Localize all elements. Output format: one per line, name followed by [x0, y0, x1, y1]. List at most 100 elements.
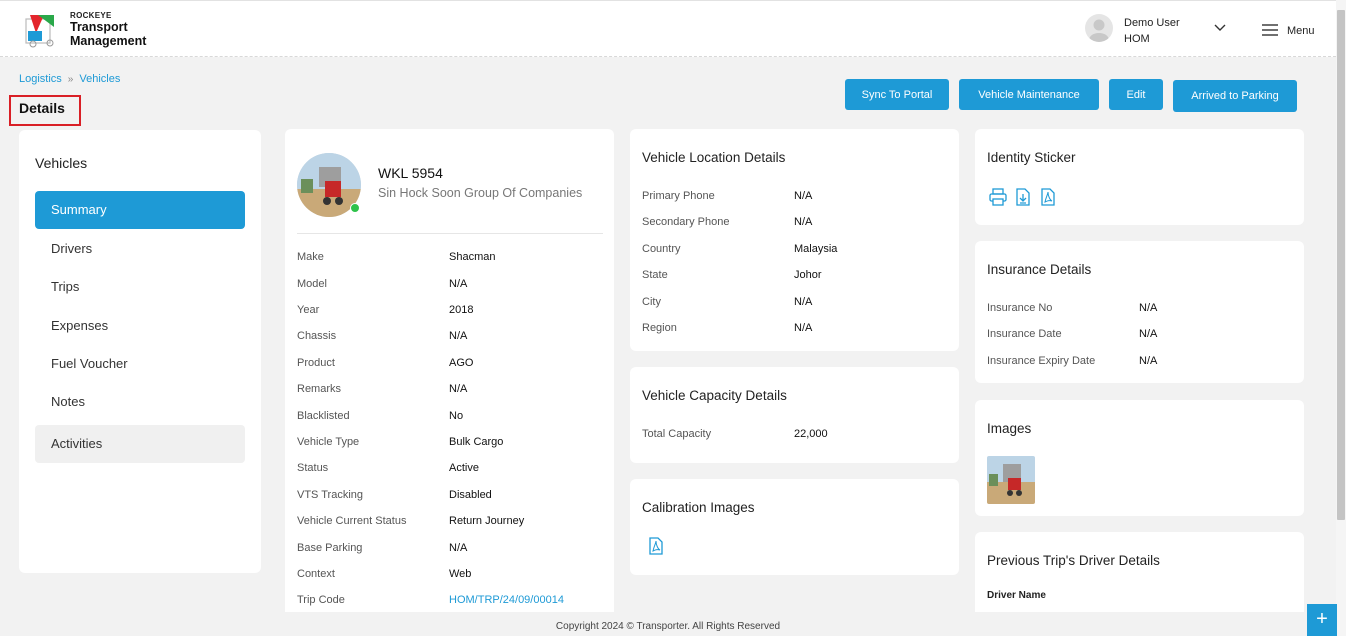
sidebar-item-expenses[interactable]: Expenses [35, 307, 245, 345]
vehicle-capacity-card: Vehicle Capacity Details Total Capacity 2… [630, 367, 959, 463]
detail-label: Context [297, 568, 335, 580]
location-title: Vehicle Location Details [642, 150, 786, 165]
insurance-title: Insurance Details [987, 262, 1092, 277]
divider [297, 233, 603, 234]
sidebar-card: Vehicles Summary Drivers Trips Expenses … [19, 130, 261, 573]
scrollbar-thumb[interactable] [1337, 10, 1345, 520]
detail-value: AGO [449, 357, 474, 369]
detail-label: Trip Code [297, 594, 345, 606]
vehicle-location-card: Vehicle Location Details Primary Phone N/… [630, 129, 959, 351]
detail-label: VTS Tracking [297, 489, 364, 501]
insurance-label: Insurance No [987, 302, 1053, 314]
chevron-down-icon[interactable] [1213, 23, 1227, 33]
detail-value: 2018 [449, 304, 474, 316]
detail-value: N/A [449, 330, 468, 342]
vehicle-summary-card: WKL 5954 Sin Hock Soon Group Of Companie… [285, 129, 614, 612]
detail-label: Remarks [297, 383, 342, 395]
insurance-value: N/A [1139, 355, 1158, 367]
detail-label: Model [297, 278, 327, 290]
detail-value: Disabled [449, 489, 492, 501]
detail-label: Chassis [297, 330, 337, 342]
breadcrumb-separator-icon: » [67, 74, 74, 85]
breadcrumb: Logistics » Vehicles [19, 73, 120, 85]
insurance-value: N/A [1139, 328, 1158, 340]
detail-value: N/A [449, 383, 468, 395]
location-value: Johor [794, 269, 822, 281]
location-label: City [642, 296, 661, 308]
brand-text: ROCKEYE Transport Management [70, 11, 147, 48]
calibration-images-card: Calibration Images [630, 479, 959, 575]
trip-code-link[interactable]: HOM/TRP/24/09/00014 [449, 594, 564, 606]
top-header: ROCKEYE Transport Management Demo User H… [0, 0, 1336, 57]
user-name: Demo User [1124, 17, 1180, 29]
vehicle-plate: WKL 5954 [378, 165, 443, 181]
vehicle-maintenance-button[interactable]: Vehicle Maintenance [959, 79, 1099, 110]
images-card: Images [975, 400, 1304, 516]
detail-label: Year [297, 304, 320, 316]
location-value: N/A [794, 216, 813, 228]
location-value: N/A [794, 296, 813, 308]
brand-line-1: Transport [70, 19, 128, 34]
user-avatar-icon[interactable] [1085, 14, 1113, 42]
capacity-label: Total Capacity [642, 428, 712, 440]
arrived-to-parking-button[interactable]: Arrived to Parking [1173, 80, 1297, 112]
detail-label: Base Parking [297, 542, 363, 554]
sidebar-item-fuel-voucher[interactable]: Fuel Voucher [35, 345, 245, 383]
sidebar-item-notes[interactable]: Notes [35, 383, 245, 421]
sidebar-item-activities[interactable]: Activities [35, 425, 245, 463]
capacity-value: 22,000 [794, 428, 828, 440]
detail-label: Blacklisted [297, 410, 350, 422]
detail-label: Vehicle Type [297, 436, 360, 448]
sidebar-title: Vehicles [35, 155, 88, 171]
printer-icon[interactable] [989, 188, 1007, 206]
calibration-title: Calibration Images [642, 500, 755, 515]
location-label: State [642, 269, 668, 281]
page-title: Details [9, 95, 81, 126]
plus-icon[interactable]: + [1307, 604, 1337, 636]
footer-copyright: Copyright 2024 © Transporter. All Rights… [555, 621, 781, 632]
breadcrumb-vehicles[interactable]: Vehicles [79, 73, 120, 85]
sticker-title: Identity Sticker [987, 150, 1076, 165]
detail-value: N/A [449, 278, 468, 290]
location-value: N/A [794, 190, 813, 202]
detail-value: Active [449, 462, 479, 474]
breadcrumb-logistics[interactable]: Logistics [19, 73, 62, 85]
user-info[interactable]: Demo User HOM [1124, 15, 1180, 47]
online-status-dot [350, 203, 360, 213]
hamburger-menu-icon[interactable] [1262, 24, 1278, 36]
pdf-icon[interactable] [1041, 188, 1055, 206]
sync-to-portal-button[interactable]: Sync To Portal [845, 79, 949, 110]
driver-name-label: Driver Name [987, 590, 1046, 601]
detail-value: N/A [449, 542, 468, 554]
brand-line-2: Management [70, 33, 147, 48]
identity-sticker-card: Identity Sticker [975, 129, 1304, 225]
page-scrollbar[interactable] [1336, 0, 1346, 636]
pdf-icon[interactable] [649, 537, 663, 555]
detail-value: Shacman [449, 251, 496, 263]
menu-label[interactable]: Menu [1287, 25, 1315, 37]
app-logo[interactable] [24, 13, 62, 49]
sidebar-item-trips[interactable]: Trips [35, 268, 245, 306]
detail-label: Vehicle Current Status [297, 515, 407, 527]
insurance-label: Insurance Date [987, 328, 1062, 340]
capacity-title: Vehicle Capacity Details [642, 388, 787, 403]
detail-label: Status [297, 462, 329, 474]
previous-driver-title: Previous Trip's Driver Details [987, 553, 1160, 568]
location-value: Malaysia [794, 243, 838, 255]
location-label: Secondary Phone [642, 216, 730, 228]
download-file-icon[interactable] [1016, 188, 1030, 206]
detail-value: No [449, 410, 464, 422]
vehicle-company: Sin Hock Soon Group Of Companies [378, 186, 583, 200]
insurance-value: N/A [1139, 302, 1158, 314]
previous-driver-card: Previous Trip's Driver Details Driver Na… [975, 532, 1304, 612]
images-title: Images [987, 421, 1032, 436]
sidebar-item-drivers[interactable]: Drivers [35, 230, 245, 268]
detail-label: Make [297, 251, 324, 263]
edit-button[interactable]: Edit [1109, 79, 1163, 110]
location-label: Primary Phone [642, 190, 715, 202]
vehicle-image-thumbnail[interactable] [987, 456, 1035, 504]
insurance-details-card: Insurance Details Insurance No N/A Insura… [975, 241, 1304, 383]
sidebar-item-summary[interactable]: Summary [35, 191, 245, 229]
location-label: Country [642, 243, 681, 255]
detail-value: Bulk Cargo [449, 436, 504, 448]
